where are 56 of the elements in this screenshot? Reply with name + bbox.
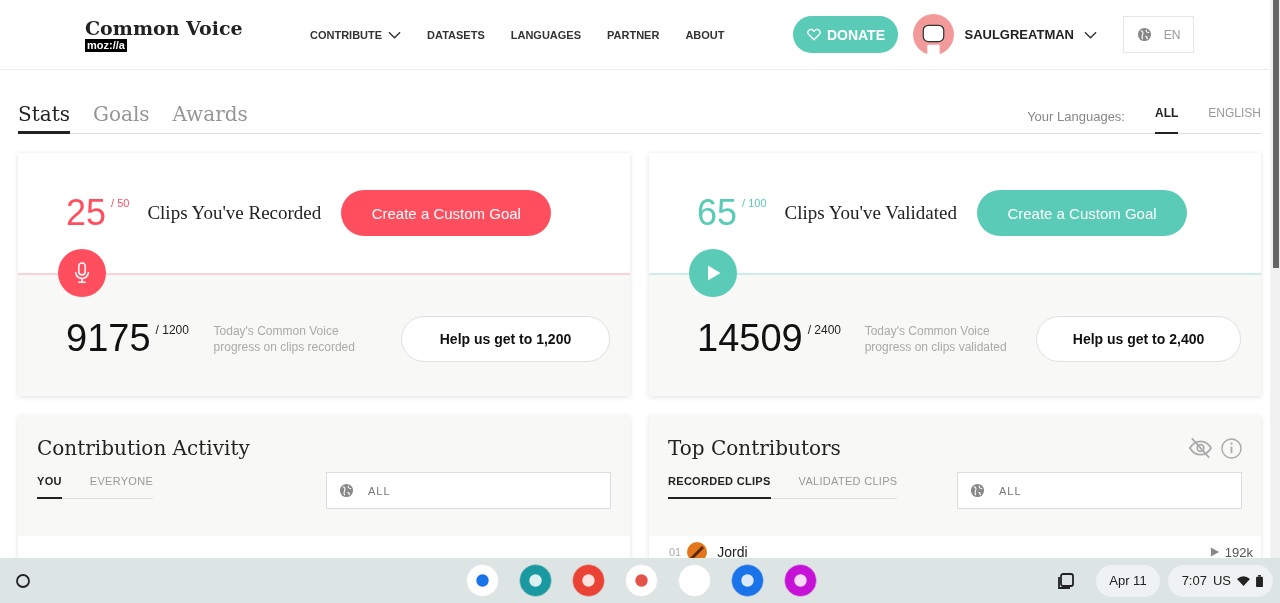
- status-area[interactable]: 7:07 US: [1167, 564, 1273, 597]
- language-tab[interactable]: ALL: [1155, 100, 1179, 134]
- avatar-icon[interactable]: [913, 14, 955, 55]
- help-button[interactable]: Help us get to 1,200: [401, 315, 610, 362]
- total-target: / 2400: [807, 323, 843, 337]
- info-icon[interactable]: [1221, 437, 1242, 459]
- goal-count: 65: [697, 192, 738, 234]
- microphone-button[interactable]: [58, 249, 106, 297]
- username[interactable]: SAULGREATMAN: [964, 27, 1074, 42]
- microphone-icon: [72, 262, 92, 284]
- languages-label: Your Languages:: [1027, 109, 1125, 124]
- launcher-icon[interactable]: [15, 572, 31, 589]
- chevron-down-icon: [388, 30, 402, 39]
- nav-link[interactable]: PARTNER: [607, 28, 660, 41]
- globe-icon: [1136, 27, 1152, 42]
- filter-tab[interactable]: YOU: [37, 475, 62, 499]
- tab[interactable]: Stats: [18, 102, 70, 134]
- progress-caption: Today's Common Voice progress on clips validated: [864, 322, 1008, 355]
- locale-select[interactable]: ALL: [957, 472, 1242, 509]
- chevron-down-icon[interactable]: [1084, 30, 1097, 39]
- total-count: 14509: [697, 317, 803, 360]
- help-button[interactable]: Help us get to 2,400: [1036, 315, 1241, 362]
- card-title: Contribution Activity: [37, 436, 250, 460]
- avatar-icon: [687, 542, 708, 558]
- locale-select[interactable]: ALL: [326, 472, 611, 509]
- holding-space-icon[interactable]: [1056, 570, 1077, 591]
- nav-link[interactable]: ABOUT: [685, 28, 725, 41]
- wifi-icon: [1237, 575, 1250, 586]
- rank-number: 01: [669, 546, 682, 558]
- nav-link[interactable]: DATASETS: [427, 28, 485, 41]
- goal-count: 25: [66, 192, 107, 234]
- heart-icon: [806, 28, 821, 41]
- total-count: 9175: [66, 317, 151, 360]
- filter-tab[interactable]: RECORDED CLIPS: [668, 475, 771, 499]
- region-label: US: [1212, 573, 1231, 588]
- clock-time: 7:07: [1181, 573, 1207, 588]
- card-title: Top Contributors: [668, 436, 841, 460]
- globe-icon: [970, 483, 985, 498]
- globe-icon: [339, 483, 354, 498]
- play-button[interactable]: [689, 249, 737, 297]
- battery-icon: [1256, 574, 1263, 587]
- contributor-name: Jordi: [717, 544, 748, 558]
- clip-count: 192k: [1224, 544, 1253, 558]
- progress-caption: Today's Common Voice progress on clips recorded: [213, 322, 356, 355]
- nav-link[interactable]: CONTRIBUTE: [310, 28, 402, 41]
- logo-badge[interactable]: moz://a: [85, 39, 127, 52]
- eye-off-icon[interactable]: [1188, 437, 1213, 459]
- goal-title: Clips You've Validated: [784, 202, 958, 224]
- goal-title: Clips You've Recorded: [147, 202, 322, 224]
- total-target: / 1200: [155, 323, 190, 337]
- date-pill[interactable]: Apr 11: [1096, 564, 1160, 597]
- logo-title[interactable]: Common Voice: [85, 17, 243, 39]
- goal-target: / 100: [742, 197, 767, 209]
- scrollbar[interactable]: [1270, 0, 1280, 558]
- nav-link[interactable]: LANGUAGES: [510, 28, 582, 41]
- goal-target: / 50: [111, 197, 130, 209]
